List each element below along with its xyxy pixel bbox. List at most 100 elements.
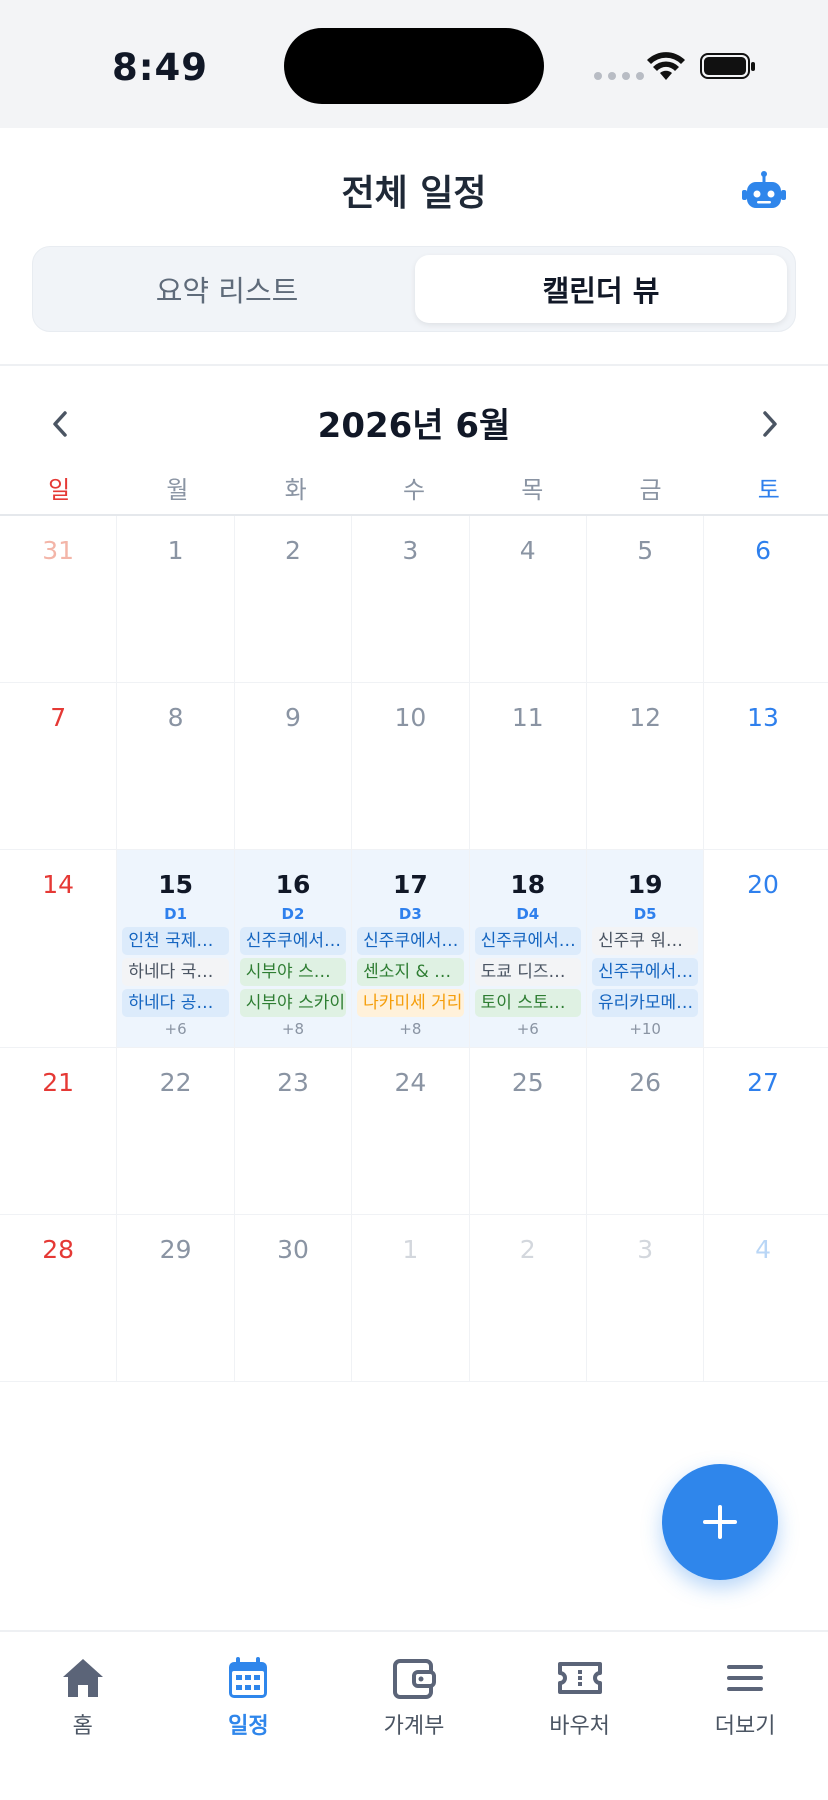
trip-day-label: D4 <box>516 905 540 923</box>
day-number: 31 <box>42 536 75 565</box>
calendar-day-cell[interactable]: 14 <box>0 850 118 1047</box>
day-number: 2 <box>519 1235 536 1264</box>
tab-label: 바우처 <box>549 1714 610 1739</box>
calendar-day-cell-trip[interactable]: 16 D2 신주쿠에서 출발시부야 스크램블시부야 스카이 +8 <box>234 850 353 1047</box>
calendar-day-cell[interactable]: 10 <box>352 683 470 849</box>
calendar-day-cell[interactable]: 13 <box>704 683 821 849</box>
calendar-day-cell[interactable]: 7 <box>0 683 118 849</box>
day-number: 26 <box>629 1068 662 1097</box>
month-title: 2026년 6월 <box>317 406 511 446</box>
calendar-day-cell[interactable]: 8 <box>117 683 235 849</box>
day-number: 8 <box>167 703 184 732</box>
add-schedule-button[interactable] <box>662 1464 778 1580</box>
event-chip[interactable]: 하네다 공항 이동 <box>122 989 229 1017</box>
day-number: 25 <box>511 1068 544 1097</box>
tab-home[interactable]: 홈 <box>0 1632 166 1800</box>
day-number: 12 <box>629 703 662 732</box>
next-month-button[interactable] <box>750 396 790 452</box>
day-number: 15 <box>158 870 193 899</box>
calendar-day-cell[interactable]: 25 <box>470 1048 587 1214</box>
event-chip[interactable]: 신주쿠 워싱턴 호텔 <box>591 927 699 955</box>
more-events-count[interactable]: +8 <box>235 1020 351 1038</box>
calendar-day-cell[interactable]: 12 <box>587 683 705 849</box>
calendar-day-cell[interactable]: 1 <box>117 516 235 682</box>
calendar-day-cell-trip[interactable]: 17 D3 신주쿠에서 출발센소지 & 아사쿠사나카미세 거리 +8 <box>352 850 470 1047</box>
calendar-day-cell[interactable]: 3 <box>587 1215 705 1381</box>
calendar-day-cell[interactable]: 28 <box>0 1215 118 1381</box>
event-chip[interactable]: 신주쿠에서 출발 <box>591 958 699 986</box>
day-number: 7 <box>50 703 67 732</box>
tab-calendar-view[interactable]: 캘린더 뷰 <box>415 255 787 323</box>
calendar-day-cell[interactable]: 1 <box>352 1215 470 1381</box>
event-chip[interactable]: 토이 스토리 마니아 <box>474 989 581 1017</box>
view-segmented-control: 요약 리스트 캘린더 뷰 <box>32 246 796 332</box>
calendar-day-cell[interactable]: 24 <box>352 1048 470 1214</box>
event-chip[interactable]: 시부야 스크램블 <box>239 958 347 986</box>
ai-assistant-robot-icon[interactable] <box>740 168 788 216</box>
calendar-day-cell[interactable]: 30 <box>235 1215 353 1381</box>
event-chip[interactable]: 신주쿠에서 출발 <box>239 927 347 955</box>
more-events-count[interactable]: +8 <box>352 1020 468 1038</box>
calendar-icon <box>229 1657 268 1698</box>
calendar-day-cell-trip[interactable]: 19 D5 신주쿠 워싱턴 호텔신주쿠에서 출발유리카모메 탑승 +10 <box>586 850 705 1047</box>
calendar-day-cell[interactable]: 4 <box>704 1215 821 1381</box>
calendar-day-cell[interactable]: 2 <box>470 1215 587 1381</box>
calendar-day-cell-trip[interactable]: 18 D4 신주쿠에서 출발도쿄 디즈니랜드토이 스토리 마니아 +6 <box>469 850 587 1047</box>
dynamic-island <box>284 28 544 104</box>
more-events-count[interactable]: +6 <box>117 1020 233 1038</box>
calendar-day-cell[interactable]: 6 <box>704 516 821 682</box>
weekday-header: 일 월 화 수 목 금 토 <box>0 470 828 516</box>
calendar-day-cell[interactable]: 27 <box>704 1048 821 1214</box>
calendar-day-cell[interactable]: 23 <box>235 1048 353 1214</box>
calendar-day-cell[interactable]: 2 <box>235 516 353 682</box>
trip-day-label: D2 <box>281 905 305 923</box>
calendar-grid: 31123456789101112131415D1인천 국제공항 출발하네다 국… <box>0 516 828 1382</box>
tab-label: 더보기 <box>714 1714 776 1739</box>
more-events-count[interactable]: +10 <box>587 1020 703 1038</box>
event-chip[interactable]: 시부야 스카이 <box>239 989 347 1017</box>
tab-more[interactable]: 더보기 <box>662 1632 828 1800</box>
tab-voucher[interactable]: 바우처 <box>497 1632 663 1800</box>
event-list: 신주쿠에서 출발시부야 스크램블시부야 스카이 <box>235 927 351 1017</box>
day-number: 5 <box>637 536 654 565</box>
calendar-day-cell[interactable]: 3 <box>352 516 470 682</box>
tab-summary-list[interactable]: 요약 리스트 <box>41 255 413 323</box>
event-chip[interactable]: 나카미세 거리 <box>357 989 464 1017</box>
calendar-day-cell[interactable]: 22 <box>117 1048 235 1214</box>
calendar-day-cell[interactable]: 21 <box>0 1048 118 1214</box>
event-chip[interactable]: 하네다 국제공항 도착 <box>122 958 229 986</box>
weekday-label: 화 <box>284 476 307 504</box>
event-chip[interactable]: 유리카모메 탑승 <box>591 989 699 1017</box>
calendar-day-cell[interactable]: 4 <box>470 516 587 682</box>
day-number: 9 <box>285 703 301 732</box>
event-chip[interactable]: 신주쿠에서 출발 <box>474 927 581 955</box>
event-chip[interactable]: 인천 국제공항 출발 <box>122 927 229 955</box>
tab-budget[interactable]: 가계부 <box>331 1632 497 1800</box>
menu-icon <box>727 1665 764 1691</box>
event-chip[interactable]: 센소지 & 아사쿠사 <box>357 958 464 986</box>
more-events-count[interactable]: +6 <box>470 1020 586 1038</box>
divider <box>0 364 828 366</box>
day-number: 1 <box>402 1235 419 1264</box>
day-number: 4 <box>755 1235 771 1264</box>
event-chip[interactable]: 신주쿠에서 출발 <box>357 927 464 955</box>
day-number: 1 <box>167 536 184 565</box>
calendar-day-cell[interactable]: 20 <box>704 850 821 1047</box>
calendar-day-cell[interactable]: 29 <box>117 1215 235 1381</box>
weekday-label: 일 <box>48 476 71 504</box>
event-chip[interactable]: 도쿄 디즈니랜드 <box>474 958 581 986</box>
calendar-week-row: 7 8 9 10 11 12 13 <box>0 683 828 850</box>
calendar-day-cell[interactable]: 5 <box>587 516 705 682</box>
calendar-day-cell[interactable]: 9 <box>235 683 353 849</box>
battery-icon <box>700 53 755 79</box>
day-number: 11 <box>511 703 544 732</box>
day-number: 30 <box>277 1235 309 1264</box>
calendar-day-cell[interactable]: 11 <box>470 683 587 849</box>
header: 전체 일정 <box>0 128 828 238</box>
weekday-label: 금 <box>639 476 662 504</box>
day-number: 29 <box>159 1235 192 1264</box>
calendar-day-cell-trip[interactable]: 15 D1 인천 국제공항 출발하네다 국제공항 도착하네다 공항 이동 +6 <box>117 850 235 1047</box>
tab-schedule[interactable]: 일정 <box>166 1632 332 1800</box>
calendar-day-cell[interactable]: 26 <box>587 1048 705 1214</box>
calendar-day-cell[interactable]: 31 <box>0 516 118 682</box>
